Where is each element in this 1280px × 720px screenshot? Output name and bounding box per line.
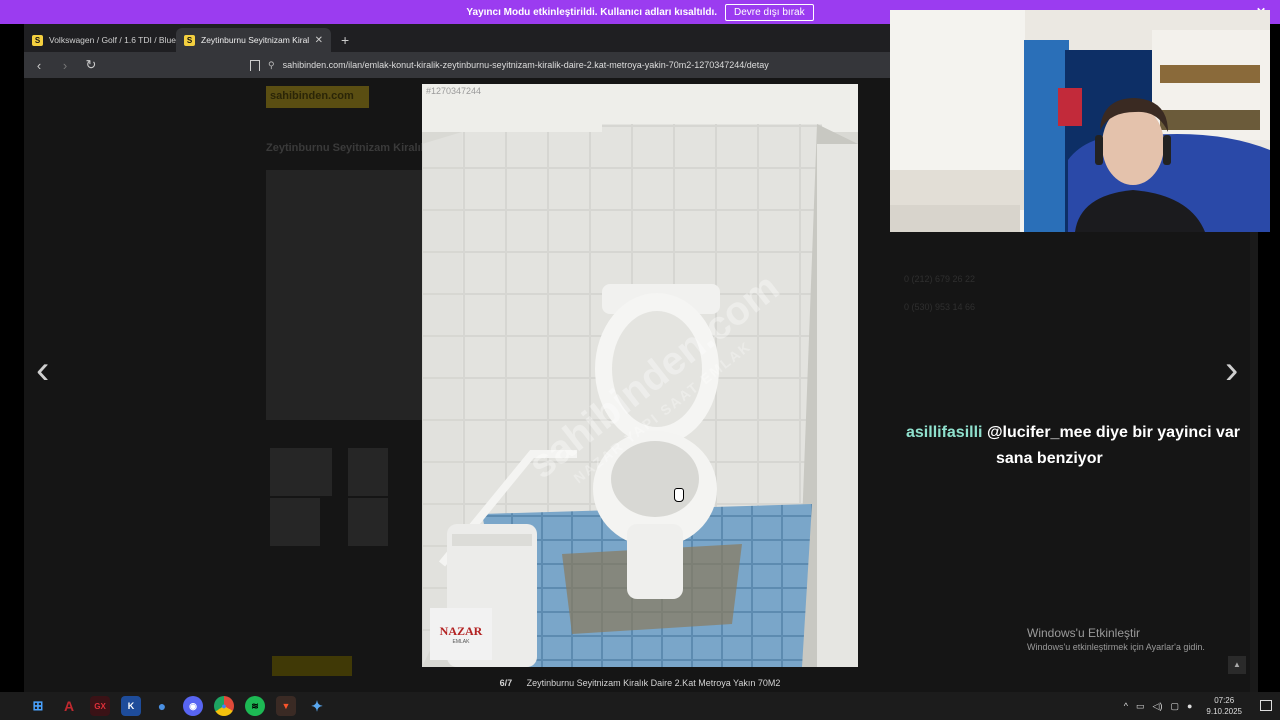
photo-counter: 6/7: [499, 678, 513, 688]
clock-date: 9.10.2025: [1206, 707, 1242, 716]
reload-icon[interactable]: ↻: [84, 57, 98, 73]
tab-zeytinburnu[interactable]: S Zeytinburnu Seyitnizam Kiralık Daire ✕: [176, 28, 331, 52]
listing-thumbnail: [348, 448, 388, 496]
listing-photo[interactable]: #1270347244 sahibinden.com NAZAR YAPI SA…: [422, 84, 858, 667]
microphone-icon[interactable]: ●: [1187, 701, 1192, 711]
caption-text: Zeytinburnu Seyitnizam Kiralık Daire 2.K…: [526, 678, 781, 688]
tab-label: Zeytinburnu Seyitnizam Kiralık Daire: [201, 35, 309, 45]
contact-phone-1: 0 (212) 679 26 22: [904, 274, 976, 284]
discord-icon[interactable]: ◉: [183, 696, 203, 716]
windows-start-icon[interactable]: ⊞: [28, 696, 48, 716]
app-a-icon[interactable]: A: [59, 696, 79, 716]
contact-phone-2: 0 (530) 953 14 66: [904, 302, 976, 312]
agency-logo-sub: EMLAK: [452, 638, 470, 645]
address-bar: ‹ › ↻ ⚲ sahibinden.com/ilan/emlak-konut-…: [24, 52, 890, 78]
hand-cursor-icon: [674, 488, 684, 502]
app-gear-icon[interactable]: ✦: [307, 696, 327, 716]
app-k-icon[interactable]: K: [121, 696, 141, 716]
listing-thumbnail: [270, 448, 332, 496]
site-logo: sahibinden.com: [266, 86, 369, 108]
tray-chevron-icon[interactable]: ^: [1124, 701, 1128, 711]
clock-time: 07:26: [1214, 696, 1235, 705]
url-field[interactable]: ⚲ sahibinden.com/ilan/emlak-konut-kirali…: [250, 59, 769, 71]
notification-icon[interactable]: [1260, 700, 1272, 711]
previous-photo-button[interactable]: ‹: [36, 350, 49, 390]
system-tray: ^ ▭ ◁) ▢ ● 07:26 9.10.2025: [1124, 692, 1280, 720]
windows-taskbar: ⊞ A GX K ● ◉ ● ≋ ▼ ✦ ^ ▭ ◁) ▢ ● 07:26 9.…: [0, 692, 1280, 720]
forward-icon[interactable]: ›: [58, 58, 72, 73]
chat-message-continuation: sana benziyor: [996, 450, 1103, 467]
windows-activation-notice: Windows'u Etkinleştir Windows'u etkinleş…: [1027, 626, 1205, 652]
spotify-icon[interactable]: ≋: [245, 696, 265, 716]
site-info-icon[interactable]: ⚲: [268, 60, 275, 71]
new-tab-button[interactable]: +: [341, 32, 349, 48]
url-text: sahibinden.com/ilan/emlak-konut-kiralik-…: [282, 60, 769, 70]
disable-streamer-mode-button[interactable]: Devre dışı bırak: [725, 3, 814, 21]
listing-thumbnail: [270, 498, 320, 546]
back-icon[interactable]: ‹: [32, 58, 46, 73]
listing-main-image: [266, 170, 446, 420]
webcam-overlay: [890, 10, 1270, 232]
agency-logo: NAZAR EMLAK: [430, 608, 492, 660]
chrome-icon[interactable]: ●: [214, 696, 234, 716]
webcam-feed: [890, 10, 1270, 232]
brave-icon[interactable]: ▼: [276, 696, 296, 716]
app-drop-icon[interactable]: ●: [152, 696, 172, 716]
bookmark-icon[interactable]: [250, 59, 260, 71]
chat-username: asillifasilli: [906, 424, 983, 441]
opera-gx-icon[interactable]: GX: [90, 696, 110, 716]
chat-message-text: @lucifer_mee diye bir yayinci var: [986, 424, 1240, 441]
volume-icon[interactable]: ◁): [1153, 701, 1163, 712]
sahibinden-favicon-icon: S: [184, 34, 195, 46]
tab-label: Volkswagen / Golf / 1.6 TDI / BlueMotion: [49, 35, 176, 45]
photo-caption: 6/7 Zeytinburnu Seyitnizam Kiralık Daire…: [0, 678, 1280, 688]
tab-volkswagen[interactable]: S Volkswagen / Golf / 1.6 TDI / BlueMoti…: [24, 28, 176, 52]
scroll-top-button[interactable]: ▲: [1228, 656, 1246, 674]
sahibinden-favicon-icon: S: [32, 34, 43, 46]
clock[interactable]: 07:26 9.10.2025: [1206, 695, 1242, 717]
display-icon[interactable]: ▢: [1170, 701, 1179, 712]
next-photo-button[interactable]: ›: [1225, 350, 1238, 390]
tab-close-icon[interactable]: ✕: [315, 35, 323, 46]
activation-title: Windows'u Etkinleştir: [1027, 626, 1140, 640]
activation-subtitle: Windows'u etkinleştirmek için Ayarlar'a …: [1027, 642, 1205, 652]
browser-tabstrip: S Volkswagen / Golf / 1.6 TDI / BlueMoti…: [24, 24, 890, 52]
listing-number: #1270347244: [426, 86, 482, 96]
page-action-button: [272, 656, 352, 676]
chat-message: asillifasilli @lucifer_mee diye bir yayi…: [906, 420, 1266, 472]
network-icon[interactable]: ▭: [1136, 701, 1145, 712]
agency-logo-name: NAZAR: [439, 623, 483, 638]
banner-text: Yayıncı Modu etkinleştirildi. Kullanıcı …: [466, 6, 718, 18]
listing-thumbnail: [348, 498, 388, 546]
